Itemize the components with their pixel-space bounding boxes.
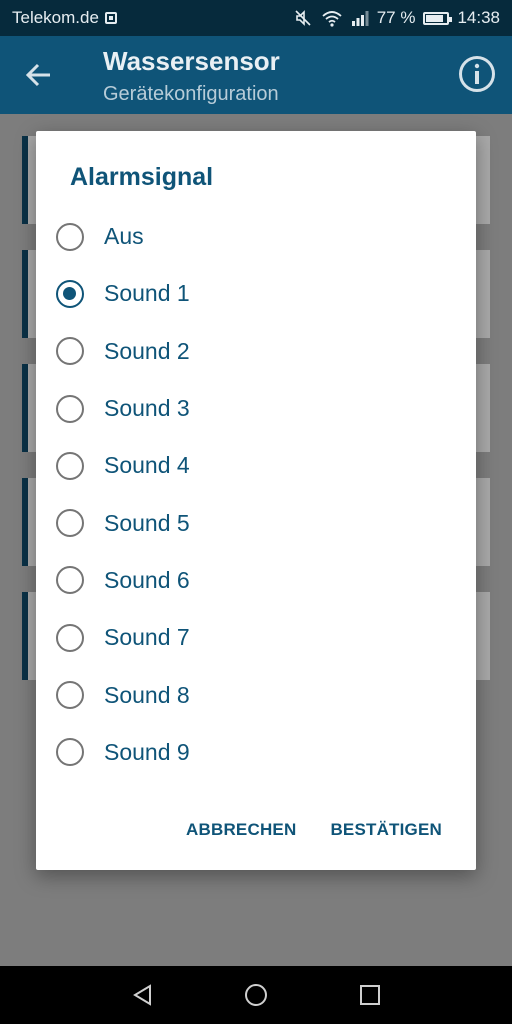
radio-option-label: Sound 2 xyxy=(104,337,190,364)
page-subtitle: Gerätekonfiguration xyxy=(103,83,279,105)
battery-percent: 77 % xyxy=(376,8,416,27)
dialog-actions: ABBRECHEN BESTÄTIGEN xyxy=(186,820,442,840)
carrier-label: Telekom.de xyxy=(12,8,99,27)
cancel-button[interactable]: ABBRECHEN xyxy=(186,820,296,840)
dialog-title: Alarmsignal xyxy=(70,163,214,191)
radio-option-label: Sound 9 xyxy=(104,738,190,765)
radio-option-label: Sound 6 xyxy=(104,566,190,593)
radio-checked-icon[interactable] xyxy=(56,279,84,308)
battery-icon xyxy=(423,11,453,25)
wifi-icon xyxy=(322,11,342,27)
radio-unchecked-icon[interactable] xyxy=(56,394,84,423)
app-bar: Wassersensor Gerätekonfiguration xyxy=(0,36,512,114)
radio-option[interactable]: Sound 2 xyxy=(36,323,476,380)
radio-unchecked-icon[interactable] xyxy=(56,566,84,595)
page-title: Wassersensor xyxy=(103,46,280,76)
radio-option[interactable]: Sound 5 xyxy=(36,494,476,551)
option-list: Aus Sound 1 Sound 2 Sound 3 Sound 4 Sound 5 So… xyxy=(36,208,476,781)
radio-option-label: Sound 3 xyxy=(104,395,190,422)
radio-option[interactable]: Sound 3 xyxy=(36,380,476,437)
nav-home-icon[interactable] xyxy=(244,983,268,1007)
radio-option[interactable]: Sound 1 xyxy=(36,265,476,322)
clock: 14:38 xyxy=(457,8,500,27)
status-bar: Telekom.de 77 % 14:38 xyxy=(0,0,512,36)
info-icon[interactable] xyxy=(458,55,496,93)
radio-unchecked-icon[interactable] xyxy=(56,222,84,251)
radio-unchecked-icon[interactable] xyxy=(56,451,84,480)
nav-back-icon[interactable] xyxy=(131,983,155,1007)
nav-recents-icon[interactable] xyxy=(358,983,382,1007)
radio-option[interactable]: Sound 8 xyxy=(36,666,476,723)
radio-option-label: Aus xyxy=(104,223,144,250)
radio-unchecked-icon[interactable] xyxy=(56,623,84,652)
radio-option[interactable]: Aus xyxy=(36,208,476,265)
radio-unchecked-icon[interactable] xyxy=(56,337,84,366)
navigation-bar xyxy=(0,966,512,1024)
radio-unchecked-icon[interactable] xyxy=(56,681,84,710)
alarm-signal-dialog: Alarmsignal Aus Sound 1 Sound 2 Sound 3 Soun… xyxy=(36,131,476,870)
radio-option[interactable]: Sound 9 xyxy=(36,724,476,781)
radio-option-label: Sound 8 xyxy=(104,681,190,708)
radio-option-label: Sound 5 xyxy=(104,509,190,536)
confirm-button[interactable]: BESTÄTIGEN xyxy=(330,820,442,840)
back-arrow-icon[interactable] xyxy=(22,58,56,92)
signal-icon xyxy=(351,11,369,26)
radio-unchecked-icon[interactable] xyxy=(56,509,84,538)
mute-icon xyxy=(295,10,311,26)
radio-option[interactable]: Sound 6 xyxy=(36,552,476,609)
sim-icon xyxy=(104,12,117,24)
radio-unchecked-icon[interactable] xyxy=(56,738,84,767)
radio-option-label: Sound 1 xyxy=(104,280,190,307)
radio-option-label: Sound 7 xyxy=(104,624,190,651)
radio-option[interactable]: Sound 4 xyxy=(36,437,476,494)
radio-option[interactable]: Sound 7 xyxy=(36,609,476,666)
radio-option-label: Sound 4 xyxy=(104,452,190,479)
